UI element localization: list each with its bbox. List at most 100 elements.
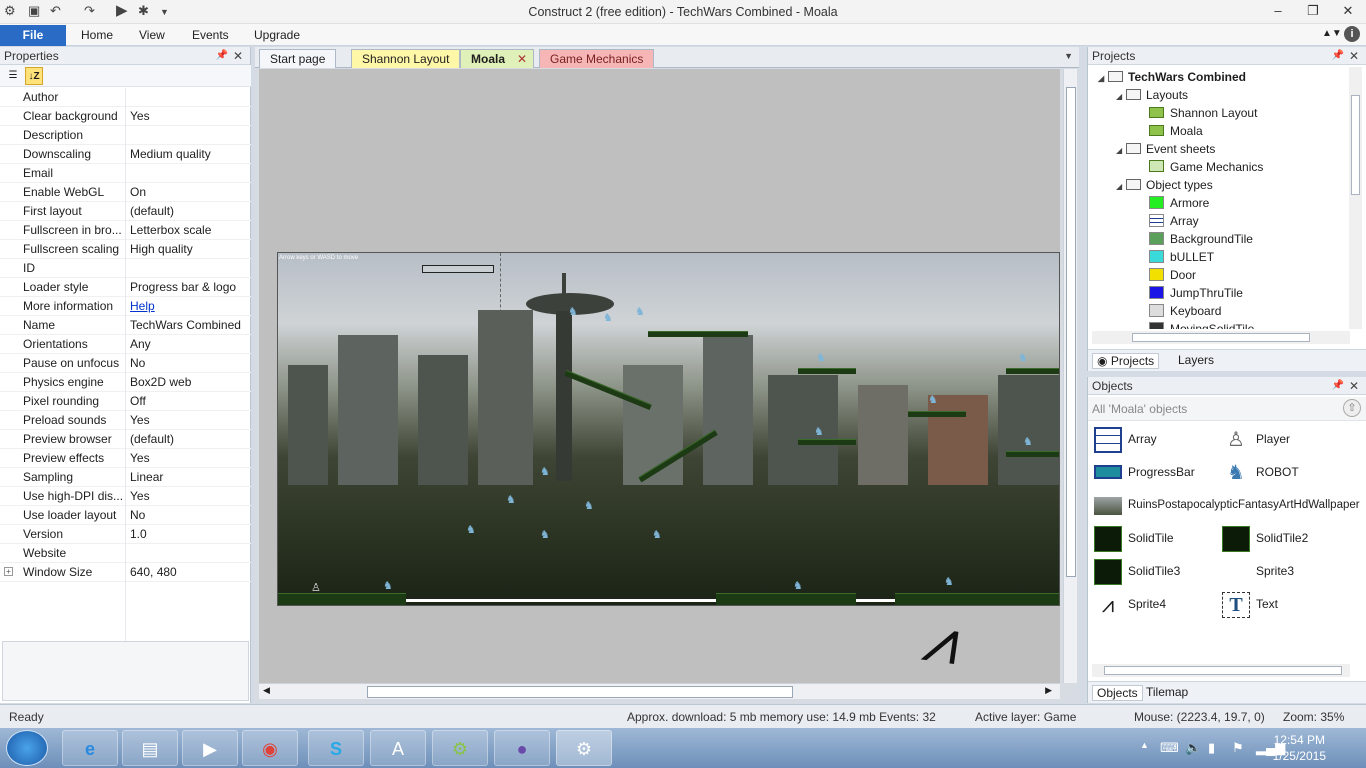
property-key: First layout bbox=[23, 204, 82, 218]
pin-icon[interactable]: 📌 bbox=[1332, 377, 1344, 395]
tree-horizontal-scrollbar[interactable] bbox=[1092, 331, 1350, 344]
property-value[interactable]: Help bbox=[130, 299, 155, 313]
expand-icon[interactable]: + bbox=[4, 567, 13, 576]
battery-icon[interactable]: ▮ bbox=[1208, 740, 1215, 756]
column-divider bbox=[125, 278, 126, 297]
property-row[interactable]: Description bbox=[0, 126, 251, 145]
progressbar-icon bbox=[1094, 465, 1122, 479]
property-row[interactable]: Enable WebGL On bbox=[0, 183, 251, 202]
android-studio-icon[interactable]: ⚙ bbox=[432, 730, 488, 766]
tree-item-object-type[interactable]: Keyboard bbox=[1149, 302, 1221, 320]
tab-tilemap[interactable]: Tilemap bbox=[1146, 685, 1188, 699]
up-folder-icon[interactable]: ⇧ bbox=[1343, 399, 1361, 417]
property-row[interactable]: Preload sounds Yes bbox=[0, 411, 251, 430]
tree-item-object-type[interactable]: Door bbox=[1149, 266, 1196, 284]
tab-game-mechanics[interactable]: Game Mechanics bbox=[539, 49, 655, 68]
clock[interactable]: 12:54 PM 1/25/2015 bbox=[1273, 732, 1326, 764]
property-row[interactable]: Downscaling Medium quality bbox=[0, 145, 251, 164]
construct2-icon[interactable]: ⚙ bbox=[556, 730, 612, 766]
property-row[interactable]: Orientations Any bbox=[0, 335, 251, 354]
close-icon[interactable]: ✕ bbox=[1349, 377, 1359, 395]
horizontal-scrollbar[interactable]: ◀ ▶ bbox=[259, 683, 1060, 699]
tree-vertical-scrollbar[interactable] bbox=[1349, 67, 1362, 329]
scroll-thumb[interactable] bbox=[1066, 87, 1076, 577]
restore-icon[interactable]: ❐ bbox=[1303, 3, 1323, 19]
property-row[interactable]: + Window Size 640, 480 bbox=[0, 563, 251, 582]
tab-events[interactable]: Events bbox=[192, 28, 229, 42]
tab-upgrade[interactable]: Upgrade bbox=[254, 28, 300, 42]
property-row[interactable]: Preview effects Yes bbox=[0, 449, 251, 468]
property-row[interactable]: Preview browser (default) bbox=[0, 430, 251, 449]
property-row[interactable]: Author bbox=[0, 88, 251, 107]
file-explorer-icon[interactable]: ▤ bbox=[122, 730, 178, 766]
tray-expand-icon[interactable]: ▲ bbox=[1140, 740, 1149, 750]
scroll-left-icon[interactable]: ◀ bbox=[263, 685, 270, 696]
scroll-thumb[interactable] bbox=[1104, 666, 1342, 675]
property-row[interactable]: Website bbox=[0, 544, 251, 563]
scroll-thumb[interactable] bbox=[1351, 95, 1360, 195]
property-row[interactable]: Name TechWars Combined bbox=[0, 316, 251, 335]
property-row[interactable]: Pixel rounding Off bbox=[0, 392, 251, 411]
property-row[interactable]: Pause on unfocus No bbox=[0, 354, 251, 373]
wordpad-icon[interactable]: A bbox=[370, 730, 426, 766]
volume-icon[interactable]: 🔈 bbox=[1185, 740, 1201, 756]
tree-item-object-type[interactable]: JumpThruTile bbox=[1149, 284, 1243, 302]
close-icon[interactable]: ✕ bbox=[1338, 3, 1358, 19]
property-row[interactable]: Loader style Progress bar & logo bbox=[0, 278, 251, 297]
property-row[interactable]: Physics engine Box2D web bbox=[0, 373, 251, 392]
chrome-icon[interactable]: ◉ bbox=[242, 730, 298, 766]
ground-tile bbox=[716, 593, 856, 605]
property-row[interactable]: Fullscreen in bro... Letterbox scale bbox=[0, 221, 251, 240]
column-divider bbox=[125, 164, 126, 183]
skype-icon[interactable]: S bbox=[308, 730, 364, 766]
ribbon-collapse-icon[interactable]: ▲▼ bbox=[1322, 28, 1342, 39]
property-row[interactable]: More information Help bbox=[0, 297, 251, 316]
scroll-thumb[interactable] bbox=[1132, 333, 1310, 342]
property-value: TechWars Combined bbox=[130, 318, 241, 332]
github-icon[interactable]: ● bbox=[494, 730, 550, 766]
internet-explorer-icon[interactable]: e bbox=[62, 730, 118, 766]
property-row[interactable]: Use loader layout No bbox=[0, 506, 251, 525]
close-icon[interactable]: ✕ bbox=[233, 47, 243, 65]
tree-item-object-type[interactable]: Array bbox=[1149, 212, 1199, 230]
pin-icon[interactable]: 📌 bbox=[216, 47, 228, 65]
start-button[interactable] bbox=[6, 730, 48, 766]
tab-start-page[interactable]: Start page bbox=[259, 49, 337, 68]
tab-shannon-layout[interactable]: Shannon Layout bbox=[351, 49, 461, 68]
close-tab-icon[interactable]: ✕ bbox=[517, 50, 527, 68]
tree-item-object-type[interactable]: bULLET bbox=[1149, 248, 1214, 266]
tab-projects[interactable]: ◉ Projects bbox=[1092, 353, 1160, 369]
scroll-right-icon[interactable]: ▶ bbox=[1045, 685, 1052, 696]
flag-icon[interactable]: ⚑ bbox=[1232, 740, 1244, 756]
minimize-icon[interactable]: – bbox=[1268, 3, 1288, 18]
property-row[interactable]: Version 1.0 bbox=[0, 525, 251, 544]
tab-layers[interactable]: Layers bbox=[1178, 353, 1214, 367]
help-icon[interactable]: i bbox=[1344, 26, 1360, 42]
tab-objects[interactable]: Objects bbox=[1092, 685, 1143, 701]
close-icon[interactable]: ✕ bbox=[1349, 47, 1359, 65]
property-row[interactable]: First layout (default) bbox=[0, 202, 251, 221]
tab-list-dropdown-icon[interactable]: ▼ bbox=[1064, 51, 1073, 61]
objects-horizontal-scrollbar[interactable] bbox=[1092, 664, 1350, 677]
media-player-icon[interactable]: ▶ bbox=[182, 730, 238, 766]
tree-item-object-type[interactable]: MovingSolidTile bbox=[1149, 320, 1254, 329]
property-row[interactable]: Email bbox=[0, 164, 251, 183]
tab-home[interactable]: Home bbox=[81, 28, 113, 42]
file-tab[interactable]: File bbox=[0, 25, 66, 46]
property-row[interactable]: Sampling Linear bbox=[0, 468, 251, 487]
tree-item-object-type[interactable]: BackgroundTile bbox=[1149, 230, 1253, 248]
scroll-thumb[interactable] bbox=[367, 686, 793, 698]
property-row[interactable]: ID bbox=[0, 259, 251, 278]
property-row[interactable]: Clear background Yes bbox=[0, 107, 251, 126]
tree-item-object-type[interactable]: Armore bbox=[1149, 194, 1209, 212]
layout-canvas[interactable]: Arrow keys or WASD to move ♞ ♞ ♞ ♞ ♞ ♞ ♞… bbox=[259, 69, 1060, 683]
categorized-view-icon[interactable]: ☰ bbox=[4, 67, 22, 85]
tab-moala[interactable]: Moala ✕ bbox=[460, 49, 535, 68]
property-row[interactable]: Fullscreen scaling High quality bbox=[0, 240, 251, 259]
sort-alphabetical-icon[interactable]: ↓Z bbox=[25, 67, 43, 85]
vertical-scrollbar[interactable] bbox=[1063, 69, 1077, 683]
property-key: Pause on unfocus bbox=[23, 356, 120, 370]
property-row[interactable]: Use high-DPI dis... Yes bbox=[0, 487, 251, 506]
tab-view[interactable]: View bbox=[139, 28, 165, 42]
tray-device-icon[interactable]: ⌨ bbox=[1160, 740, 1179, 756]
